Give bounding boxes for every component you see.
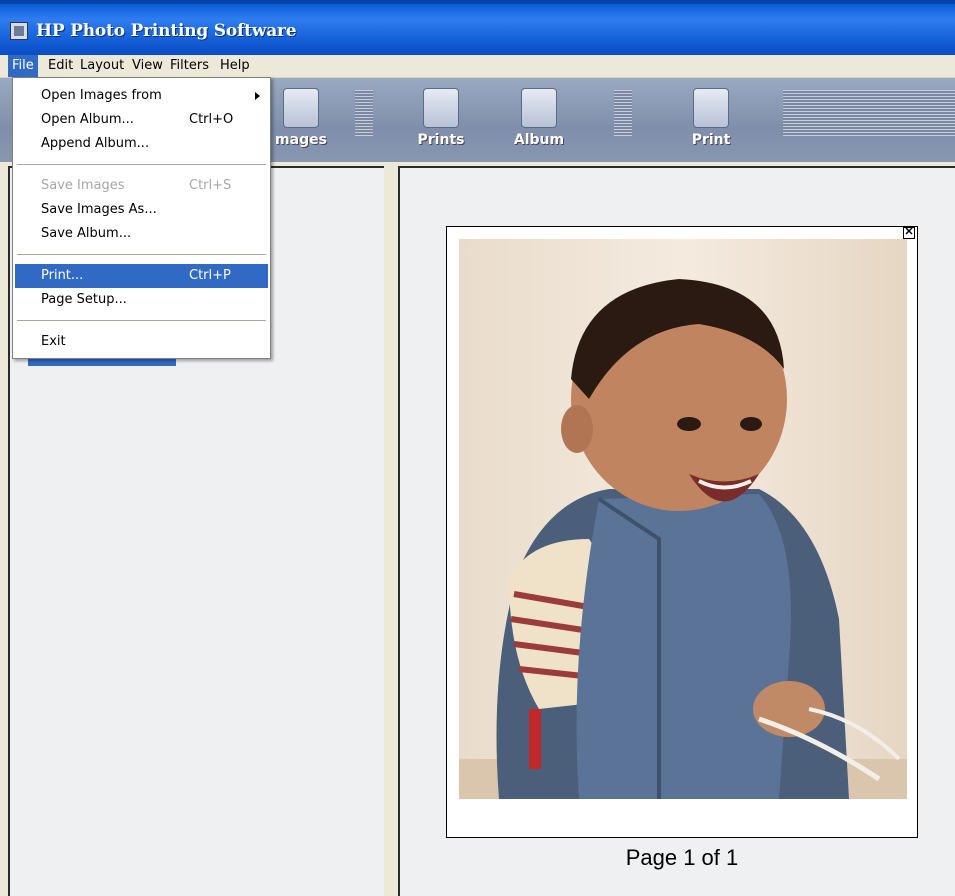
menu-item-page-setup[interactable]: Page Setup... (15, 288, 268, 312)
menu-item-label: Save Images (41, 178, 125, 193)
print-button[interactable]: Print (680, 88, 742, 154)
menu-filters[interactable]: Filters (166, 55, 213, 77)
window-title: HP Photo Printing Software (36, 21, 297, 41)
close-icon[interactable]: ✕ (903, 227, 915, 239)
menu-item-label: Page Setup... (41, 292, 127, 307)
menu-file[interactable]: File (8, 55, 38, 77)
menu-separator (17, 164, 266, 165)
menu-item-label: Open Images from (41, 88, 162, 103)
album-button-label: Album (513, 132, 565, 148)
menu-item-label: Open Album... (41, 112, 134, 127)
menu-separator (17, 254, 266, 255)
printer-icon (693, 88, 729, 128)
print-button-label: Print (691, 132, 731, 148)
menu-item-save-images-as[interactable]: Save Images As... (15, 198, 268, 222)
menu-help[interactable]: Help (216, 55, 254, 77)
menu-item-label: Print... (41, 268, 84, 283)
prints-icon (423, 88, 459, 128)
camera-icon (283, 88, 319, 128)
page-indicator: Page 1 of 1 (625, 845, 739, 870)
menu-item-label: Append Album... (41, 136, 150, 151)
menu-bar: File Edit Layout View Filters Help (0, 55, 955, 78)
images-button-label: mages (275, 132, 327, 148)
menu-separator (17, 320, 266, 321)
baby-photo[interactable] (459, 239, 907, 799)
print-preview-page[interactable]: ✕ (446, 226, 918, 838)
menu-item-save-images[interactable]: Save Images Ctrl+S (15, 174, 268, 198)
album-button[interactable]: Album (508, 88, 570, 154)
toolbar-separator (614, 90, 632, 136)
menu-item-open-album[interactable]: Open Album... Ctrl+O (15, 108, 268, 132)
menu-layout[interactable]: Layout (76, 55, 128, 77)
title-bar: HP Photo Printing Software (0, 0, 955, 55)
submenu-arrow-icon (255, 92, 260, 100)
menu-item-print[interactable]: Print... Ctrl+P (15, 264, 268, 288)
menu-item-label: Save Images As... (41, 202, 157, 217)
file-menu-dropdown: Open Images from Open Album... Ctrl+O Ap… (12, 77, 271, 359)
menu-view[interactable]: View (128, 55, 167, 77)
menu-item-shortcut: Ctrl+O (189, 112, 234, 127)
menu-item-shortcut: Ctrl+S (189, 178, 232, 193)
menu-item-shortcut: Ctrl+P (189, 268, 231, 283)
menu-item-label: Save Album... (41, 226, 132, 241)
menu-item-label: Exit (41, 334, 66, 349)
prints-button[interactable]: Prints (410, 88, 472, 154)
menu-item-open-images-from[interactable]: Open Images from (15, 84, 268, 108)
album-icon (521, 88, 557, 128)
app-icon[interactable] (10, 22, 28, 40)
menu-edit[interactable]: Edit (44, 55, 77, 77)
menu-item-save-album[interactable]: Save Album... (15, 222, 268, 246)
images-button[interactable]: mages (270, 88, 332, 154)
menu-item-append-album[interactable]: Append Album... (15, 132, 268, 156)
toolbar-grip (783, 90, 955, 136)
prints-button-label: Prints (417, 132, 465, 148)
menu-item-exit[interactable]: Exit (15, 330, 268, 354)
toolbar-separator (355, 90, 373, 136)
